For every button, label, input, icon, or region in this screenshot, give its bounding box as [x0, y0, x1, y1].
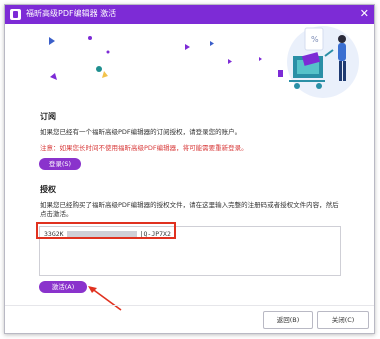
license-heading: 授权	[40, 185, 56, 194]
license-description: 如果您已经购买了福昕高级PDF编辑器的授权文件，请在这里输入完整的注册码或者授权…	[40, 201, 339, 218]
activation-dialog: 福昕高级PDF编辑器 激活 ✕ % 订阅 如果您已经有一个福昕高级PDF编辑器的…	[4, 4, 375, 334]
close-button[interactable]: 关闭(C)	[317, 311, 369, 329]
svg-text:%: %	[311, 35, 319, 44]
activate-button[interactable]: 激活(A)	[39, 281, 87, 293]
subscribe-note: 注意：如果您长时间不使用福昕高级PDF编辑器，将可能需要重新登录。	[40, 144, 248, 152]
app-logo-icon	[10, 9, 21, 20]
annotation-arrow	[88, 286, 122, 311]
close-window-icon[interactable]: ✕	[360, 7, 369, 21]
login-button[interactable]: 登录(S)	[39, 158, 81, 170]
title-bar: 福昕高级PDF编辑器 激活 ✕	[5, 5, 374, 24]
window-title: 福昕高级PDF编辑器 激活	[26, 9, 117, 18]
subscribe-heading: 订阅	[40, 112, 56, 121]
highlight-annotation-box	[36, 222, 176, 239]
shopping-illustration: %	[278, 26, 359, 98]
footer-divider	[5, 305, 374, 306]
subscribe-description: 如果您已经有一个福昕高级PDF编辑器的订阅授权，请登录您的账户。	[40, 128, 242, 136]
back-button[interactable]: 返回(B)	[263, 311, 313, 329]
hero-banner: %	[5, 24, 374, 100]
